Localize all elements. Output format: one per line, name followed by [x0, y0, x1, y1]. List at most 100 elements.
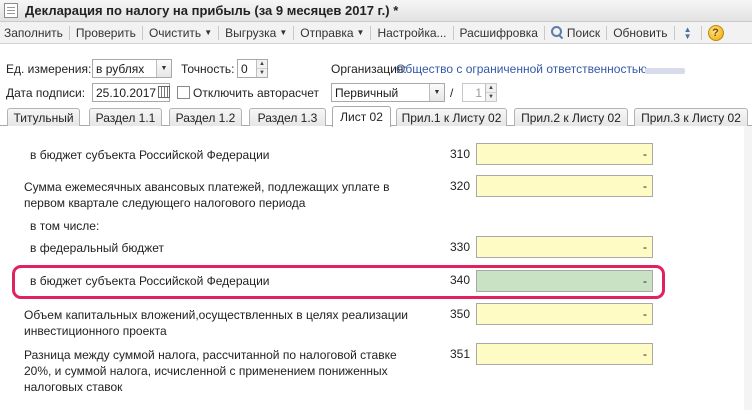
- row-340-label: в бюджет субъекта Российской Федерации: [30, 274, 270, 288]
- row-330-value: -: [643, 240, 647, 254]
- vertical-scrollbar[interactable]: [744, 126, 752, 410]
- toolbar-separator: [370, 25, 372, 40]
- row-330-value-field[interactable]: -: [476, 236, 653, 258]
- precision-label: Точность:: [181, 62, 235, 76]
- search-button-label: Поиск: [566, 25, 601, 40]
- toolbar-separator: [700, 25, 702, 40]
- chevron-down-icon[interactable]: ▼: [429, 84, 444, 101]
- correction-number-value: 1: [475, 85, 482, 100]
- row-340-value-field[interactable]: -: [476, 270, 653, 292]
- clear-button-label: Очистить: [148, 25, 202, 40]
- organization-link[interactable]: Общество с ограниченной ответственностью: [396, 62, 647, 76]
- check-button-label: Проверить: [75, 25, 136, 40]
- stepper-icon[interactable]: ▲ ▼: [256, 60, 267, 77]
- document-icon: [4, 3, 18, 18]
- row-320-code: 320: [450, 179, 471, 193]
- row-350-label-line1: Объем капитальных вложений,осуществленны…: [24, 308, 408, 322]
- toolbar-separator: [606, 25, 608, 40]
- row-350-label-line2: инвестиционного проекта: [24, 324, 167, 338]
- help-button[interactable]: ?: [704, 23, 728, 43]
- tab-sheet-02[interactable]: Лист 02: [332, 106, 391, 127]
- unit-select-value: в рублях: [96, 61, 145, 76]
- export-button[interactable]: Выгрузка ▼: [221, 23, 291, 43]
- tab-label: Раздел 1.1: [95, 110, 156, 125]
- toolbar: Заполнить Проверить Очистить ▼ Выгрузка ▼ …: [0, 22, 752, 44]
- send-button[interactable]: Отправка ▼: [296, 23, 368, 43]
- correction-number-stepper[interactable]: 1 ▲ ▼: [462, 83, 497, 102]
- autocalc-checkbox[interactable]: [177, 86, 190, 99]
- tab-bar: Титульный Раздел 1.1 Раздел 1.2 Раздел 1…: [0, 106, 752, 127]
- tab-section-1-1[interactable]: Раздел 1.1: [89, 108, 162, 126]
- tab-section-1-3[interactable]: Раздел 1.3: [249, 108, 326, 126]
- sign-date-value: 25.10.2017: [96, 85, 157, 100]
- unit-label: Ед. измерения:: [6, 62, 92, 76]
- precision-value: 0: [241, 61, 248, 76]
- toolbar-separator: [141, 25, 143, 40]
- window-title: Декларация по налогу на прибыль (за 9 ме…: [25, 3, 399, 18]
- chevron-down-icon: ▼: [356, 28, 365, 37]
- tab-label: Прил.1 к Листу 02: [401, 110, 502, 125]
- row-310-value-field[interactable]: -: [476, 143, 653, 165]
- calendar-icon[interactable]: [158, 86, 170, 98]
- sign-date-label: Дата подписи:: [6, 86, 86, 100]
- toolbar-separator: [218, 25, 220, 40]
- row-310-value: -: [643, 147, 647, 161]
- tab-appendix-1[interactable]: Прил.1 к Листу 02: [396, 108, 507, 126]
- unit-select[interactable]: в рублях ▼: [92, 59, 172, 78]
- search-icon: [550, 26, 564, 39]
- tab-label: Титульный: [13, 110, 74, 125]
- decode-button[interactable]: Расшифровка: [456, 23, 542, 43]
- move-button[interactable]: ▲ ▼: [677, 23, 699, 43]
- row-320-value: -: [643, 179, 647, 193]
- row-351-label-line3: налоговых ставок: [24, 380, 123, 394]
- toolbar-separator: [293, 25, 295, 40]
- row-320-label-line1: Сумма ежемесячных авансовых платежей, по…: [24, 180, 390, 194]
- export-button-label: Выгрузка: [225, 25, 277, 40]
- row-350-value-field[interactable]: -: [476, 303, 653, 325]
- row-330-label: в федеральный бюджет: [30, 241, 164, 255]
- row-320-value-field[interactable]: -: [476, 175, 653, 197]
- decode-button-label: Расшифровка: [459, 25, 538, 40]
- form-header: Ед. измерения: в рублях ▼ Точность: 0 ▲ ▼…: [0, 44, 752, 106]
- chevron-down-icon[interactable]: ▼: [156, 60, 171, 77]
- tab-appendix-2[interactable]: Прил.2 к Листу 02: [514, 108, 628, 126]
- doc-type-select[interactable]: Первичный ▼: [331, 83, 445, 102]
- tab-section-1-2[interactable]: Раздел 1.2: [169, 108, 242, 126]
- row-310-code: 310: [450, 147, 471, 161]
- move-up-down-icon: ▲ ▼: [683, 24, 692, 41]
- tab-appendix-3[interactable]: Прил.3 к Листу 02: [634, 108, 748, 126]
- in-total-label: в том числе:: [30, 219, 100, 233]
- refresh-button-label: Обновить: [613, 25, 668, 40]
- settings-button[interactable]: Настройка...: [373, 23, 450, 43]
- stepper-icon[interactable]: ▲ ▼: [485, 84, 496, 101]
- organization-name-redacted: [645, 68, 685, 74]
- correction-separator: /: [450, 86, 454, 100]
- tab-label: Лист 02: [340, 110, 383, 124]
- toolbar-separator: [543, 25, 545, 40]
- row-350-value: -: [643, 307, 647, 321]
- tab-title-page[interactable]: Титульный: [7, 108, 80, 126]
- row-340-code: 340: [450, 273, 471, 287]
- precision-stepper[interactable]: 0 ▲ ▼: [237, 59, 268, 78]
- search-button[interactable]: Поиск: [547, 23, 604, 43]
- row-330-code: 330: [450, 240, 471, 254]
- chevron-down-icon: ▼: [204, 28, 213, 37]
- toolbar-separator: [673, 25, 675, 40]
- clear-button[interactable]: Очистить ▼: [145, 23, 216, 43]
- tab-label: Прил.2 к Листу 02: [521, 110, 621, 125]
- title-bar: Декларация по налогу на прибыль (за 9 ме…: [0, 0, 752, 22]
- refresh-button[interactable]: Обновить: [609, 23, 671, 43]
- row-320-label-line2: первом квартале следующего налогового пе…: [24, 196, 306, 210]
- row-351-value-field[interactable]: -: [476, 343, 653, 365]
- send-button-label: Отправка: [300, 25, 354, 40]
- fill-button[interactable]: Заполнить: [0, 23, 67, 43]
- help-icon: ?: [707, 24, 724, 41]
- settings-button-label: Настройка...: [377, 25, 447, 40]
- doc-type-value: Первичный: [335, 85, 399, 100]
- row-340-value: -: [643, 274, 647, 288]
- autocalc-label: Отключить авторасчет: [193, 86, 320, 100]
- fill-button-label: Заполнить: [4, 25, 63, 40]
- check-button[interactable]: Проверить: [72, 23, 140, 43]
- tab-label: Раздел 1.3: [257, 110, 318, 125]
- sheet-02-content: в бюджет субъекта Российской Федерации 3…: [0, 126, 752, 410]
